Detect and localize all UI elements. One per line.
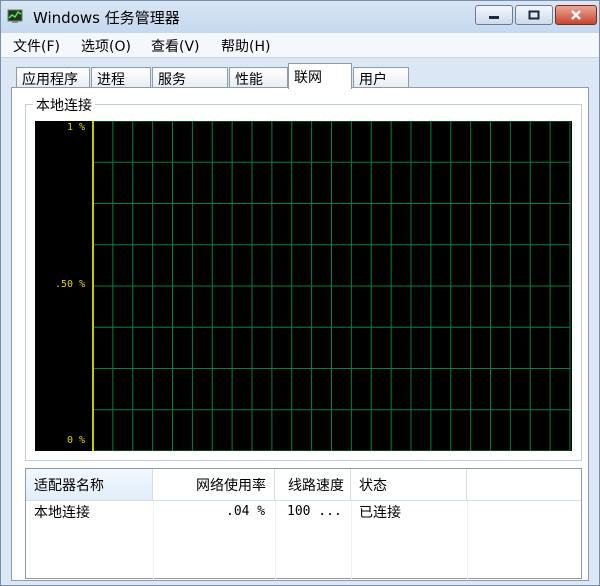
tab-performance[interactable]: 性能	[229, 67, 288, 89]
task-manager-window: Windows 任务管理器 文件(F) 选项(O) 查看(V) 帮助(H) 应用…	[0, 0, 600, 586]
column-header-label: 网络使用率	[196, 477, 266, 494]
tab-label: 联网	[294, 69, 322, 86]
column-header-status[interactable]: 状态	[351, 469, 467, 500]
list-header: 适配器名称 网络使用率 线路速度 状态	[26, 469, 581, 501]
minimize-icon	[489, 16, 499, 19]
minimize-button[interactable]	[475, 5, 513, 25]
y-axis-top-label: 1 %	[67, 122, 86, 133]
close-button[interactable]	[555, 5, 597, 25]
network-usage-graph: 1 % .50 % 0 %	[35, 121, 572, 451]
maximize-icon	[528, 10, 540, 20]
tab-applications[interactable]: 应用程序	[16, 67, 90, 89]
cell-adapter-name: 本地连接	[34, 505, 90, 521]
y-axis-bottom-label: 0 %	[67, 435, 86, 446]
column-header-label: 适配器名称	[34, 477, 104, 494]
y-axis-mid-label: .50 %	[55, 279, 86, 290]
tab-label: 服务	[158, 71, 186, 88]
tab-label: 进程	[97, 71, 125, 88]
menu-view[interactable]: 查看(V)	[151, 36, 200, 56]
connection-group-label: 本地连接	[33, 95, 95, 115]
column-divider	[275, 501, 276, 579]
graph-canvas	[92, 121, 571, 451]
tab-processes[interactable]: 进程	[91, 67, 151, 89]
column-header-network-usage[interactable]: 网络使用率	[153, 469, 275, 500]
tab-label: 用户	[359, 71, 387, 88]
tab-networking[interactable]: 联网	[288, 63, 352, 89]
adapter-list[interactable]: 适配器名称 网络使用率 线路速度 状态 本地连接 .04 % 100 ... 已…	[25, 468, 582, 579]
cell-network-usage: .04 %	[226, 504, 266, 519]
close-icon	[571, 10, 581, 20]
window-title: Windows 任务管理器	[33, 9, 180, 27]
column-divider	[153, 501, 154, 579]
cell-status: 已连接	[359, 505, 401, 521]
column-divider	[467, 501, 468, 579]
menu-file[interactable]: 文件(F)	[13, 36, 60, 56]
cell-link-speed: 100 ...	[287, 504, 342, 519]
tab-services[interactable]: 服务	[152, 67, 228, 89]
tab-label: 性能	[235, 71, 263, 88]
column-header-label: 线路速度	[288, 477, 344, 494]
column-divider	[351, 501, 352, 579]
tab-users[interactable]: 用户	[353, 67, 409, 89]
task-manager-app-icon	[7, 9, 23, 23]
menu-bar: 文件(F) 选项(O) 查看(V) 帮助(H)	[1, 33, 599, 58]
tab-label: 应用程序	[22, 71, 78, 88]
column-header-link-speed[interactable]: 线路速度	[275, 469, 351, 500]
column-header-adapter-name[interactable]: 适配器名称	[26, 469, 153, 500]
menu-options[interactable]: 选项(O)	[81, 36, 131, 56]
menu-help[interactable]: 帮助(H)	[221, 36, 270, 56]
title-bar[interactable]: Windows 任务管理器	[1, 1, 599, 33]
column-header-label: 状态	[359, 477, 387, 494]
maximize-button[interactable]	[515, 5, 553, 25]
